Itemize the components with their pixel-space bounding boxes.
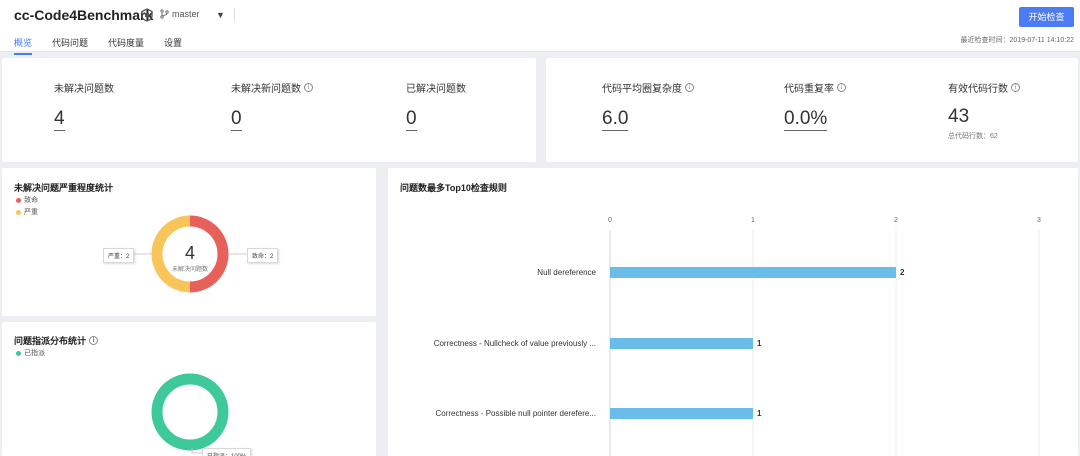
code-metrics-card: 代码平均圈复杂度 i 6.0 代码重复率 i 0.0% 有效代码行数 i 43 总代码… xyxy=(546,58,1078,162)
severity-legend: 致命 严重 xyxy=(16,194,38,218)
category-label: Null dereference xyxy=(537,268,596,277)
tooltip-fatal: 致命：2 xyxy=(247,248,279,263)
tooltip-serious: 严重：2 xyxy=(103,248,135,263)
main-tabs: 概览 代码问题 代码度量 设置 xyxy=(14,36,202,55)
metric-resolved[interactable]: 已解决问题数 0 xyxy=(406,80,466,131)
bar[interactable] xyxy=(610,408,753,419)
assign-legend: 已指派 xyxy=(16,347,45,359)
legend-item-assigned[interactable]: 已指派 xyxy=(16,347,45,359)
tab-settings[interactable]: 设置 xyxy=(164,36,182,53)
metric-effective-lines[interactable]: 有效代码行数 i 43 总代码行数：62 xyxy=(948,80,1020,141)
card-title-text: 问题指派分布统计 xyxy=(14,336,87,346)
tab-code-metrics[interactable]: 代码度量 xyxy=(108,36,144,53)
repo-icon[interactable] xyxy=(140,8,154,22)
metric-unresolved-new[interactable]: 未解决新问题数 i 0 xyxy=(231,80,313,131)
metric-label: 未解决问题数 xyxy=(54,84,114,95)
branch-name: master xyxy=(172,9,200,19)
metric-value[interactable]: 4 xyxy=(54,109,65,131)
top-rules-card: 问题数最多Top10检查规则 0 1 2 3 Null dereference 2 Corr… xyxy=(388,168,1078,456)
info-icon[interactable]: i xyxy=(837,83,846,92)
metric-label: 已解决问题数 xyxy=(406,84,466,95)
legend-dot xyxy=(16,197,21,203)
legend-label: 已指派 xyxy=(24,350,45,357)
repo-title: cc-Code4Benchmark xyxy=(14,7,154,23)
bar-value-label: 1 xyxy=(757,339,762,348)
x-tick-label: 0 xyxy=(608,217,612,224)
top-header: cc-Code4Benchmark master ▼ 开始检查 概览 代码问题 … xyxy=(0,0,1080,55)
info-icon[interactable]: i xyxy=(304,83,313,92)
branch-selector[interactable]: master xyxy=(160,9,200,19)
donut-slice-assigned[interactable] xyxy=(151,373,229,451)
legend-item-serious[interactable]: 严重 xyxy=(16,206,38,218)
metric-value[interactable]: 0.0% xyxy=(784,109,828,131)
legend-label: 致命 xyxy=(24,197,38,204)
start-check-button[interactable]: 开始检查 xyxy=(1019,7,1074,27)
bar[interactable] xyxy=(610,267,896,278)
x-tick-label: 3 xyxy=(1037,217,1041,224)
chevron-down-icon[interactable]: ▼ xyxy=(216,10,225,20)
top-rules-bar-chart[interactable]: 0 1 2 3 Null dereference 2 Correctness - Nullc… xyxy=(388,186,1078,456)
metric-value[interactable]: 0 xyxy=(406,109,417,131)
metric-sub: 总代码行数：62 xyxy=(948,133,998,140)
donut-center-label: 未解决问题数 xyxy=(172,265,208,273)
issues-summary-card: 未解决问题数 4 未解决新问题数 i 0 已解决问题数 0 xyxy=(2,58,536,162)
last-check-time: 最近检查时间：2019-07-11 14:10:22 xyxy=(960,37,1074,44)
category-label: Correctness - Nullcheck of value previou… xyxy=(434,339,596,348)
donut-center-value: 4 xyxy=(185,243,195,263)
metric-duplication[interactable]: 代码重复率 i 0.0% xyxy=(784,80,846,131)
legend-dot xyxy=(16,350,21,356)
metric-label: 有效代码行数 i xyxy=(948,80,1020,95)
info-icon[interactable]: i xyxy=(1011,83,1020,92)
metric-label: 代码平均圈复杂度 i xyxy=(602,80,694,95)
x-tick-label: 1 xyxy=(751,217,755,224)
legend-dot xyxy=(16,209,21,215)
assign-donut-chart[interactable] xyxy=(130,352,250,456)
tooltip-assigned: 已指派：100% xyxy=(202,448,252,456)
assign-card: 问题指派分布统计 i 已指派 已指派：100% xyxy=(2,322,376,456)
metric-label: 未解决新问题数 i xyxy=(231,80,313,95)
header-divider xyxy=(234,8,235,22)
metric-value[interactable]: 43 xyxy=(948,107,969,128)
branch-icon xyxy=(160,9,169,19)
category-label: Correctness - Possible null pointer dere… xyxy=(435,409,596,418)
metric-value[interactable]: 0 xyxy=(231,109,242,131)
info-icon[interactable]: i xyxy=(89,336,99,345)
x-tick-label: 2 xyxy=(894,217,898,224)
info-icon[interactable]: i xyxy=(685,83,694,92)
bar-value-label: 2 xyxy=(900,268,905,277)
tab-code-issues[interactable]: 代码问题 xyxy=(52,36,88,53)
metric-unresolved[interactable]: 未解决问题数 4 xyxy=(54,80,114,131)
tab-overview[interactable]: 概览 xyxy=(14,36,33,55)
metric-value[interactable]: 6.0 xyxy=(602,109,629,131)
legend-label: 严重 xyxy=(24,209,38,216)
legend-item-fatal[interactable]: 致命 xyxy=(16,194,38,206)
card-title: 未解决问题严重程度统计 xyxy=(14,183,114,193)
severity-card: 未解决问题严重程度统计 致命 严重 4 未解决问题数 严重：2 致命：2 xyxy=(2,168,376,316)
severity-donut-chart[interactable]: 4 未解决问题数 xyxy=(130,194,250,314)
card-title: 问题指派分布统计 i xyxy=(14,334,99,347)
metric-complexity[interactable]: 代码平均圈复杂度 i 6.0 xyxy=(602,80,694,131)
bar-value-label: 1 xyxy=(757,409,762,418)
bar[interactable] xyxy=(610,338,753,349)
metric-label: 代码重复率 i xyxy=(784,80,846,95)
